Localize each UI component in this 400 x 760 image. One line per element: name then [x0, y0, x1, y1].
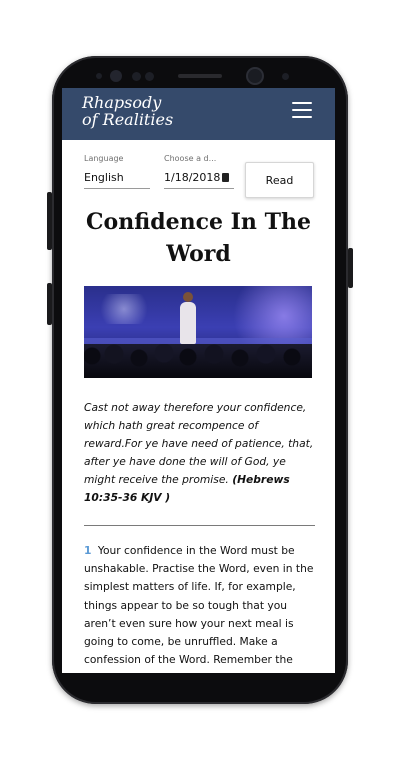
paragraph-number: 1	[84, 544, 92, 557]
language-label: Language	[84, 154, 124, 163]
scripture-quote: Cast not away therefore your confidence,…	[84, 399, 315, 507]
article-paragraph: 1 Your confidence in the Word must be un…	[84, 542, 315, 673]
divider	[84, 525, 315, 526]
app-bar: Rhapsody of Realities	[62, 88, 335, 140]
calendar-icon[interactable]	[222, 173, 229, 182]
light-sensor	[132, 72, 141, 81]
earpiece-speaker	[178, 74, 222, 78]
read-button[interactable]: Read	[245, 162, 314, 198]
phone-screen: Rhapsody of Realities Language English C…	[62, 88, 335, 673]
iris-sensor	[110, 70, 122, 82]
logo-line2: of Realities	[82, 110, 174, 129]
paragraph-text: Your confidence in the Word must be unsh…	[84, 544, 315, 673]
article-hero-image	[84, 286, 312, 378]
reading-controls: Language English Choose a d... 1/18/2018…	[62, 140, 335, 200]
logo-line1: Rhapsody	[82, 93, 162, 112]
light-sensor-2	[145, 72, 154, 81]
sensor-dot	[282, 73, 289, 80]
volume-down-button	[47, 283, 52, 325]
volume-up-button	[47, 192, 52, 250]
proximity-sensor	[96, 73, 102, 79]
hamburger-menu-icon[interactable]	[292, 102, 312, 120]
article-title: Confidence In The Word	[86, 209, 311, 267]
front-camera-icon	[248, 69, 262, 83]
language-select[interactable]: English	[84, 167, 150, 189]
power-button	[348, 248, 353, 288]
date-label: Choose a d...	[164, 154, 217, 163]
app-logo[interactable]: Rhapsody of Realities	[82, 94, 173, 128]
